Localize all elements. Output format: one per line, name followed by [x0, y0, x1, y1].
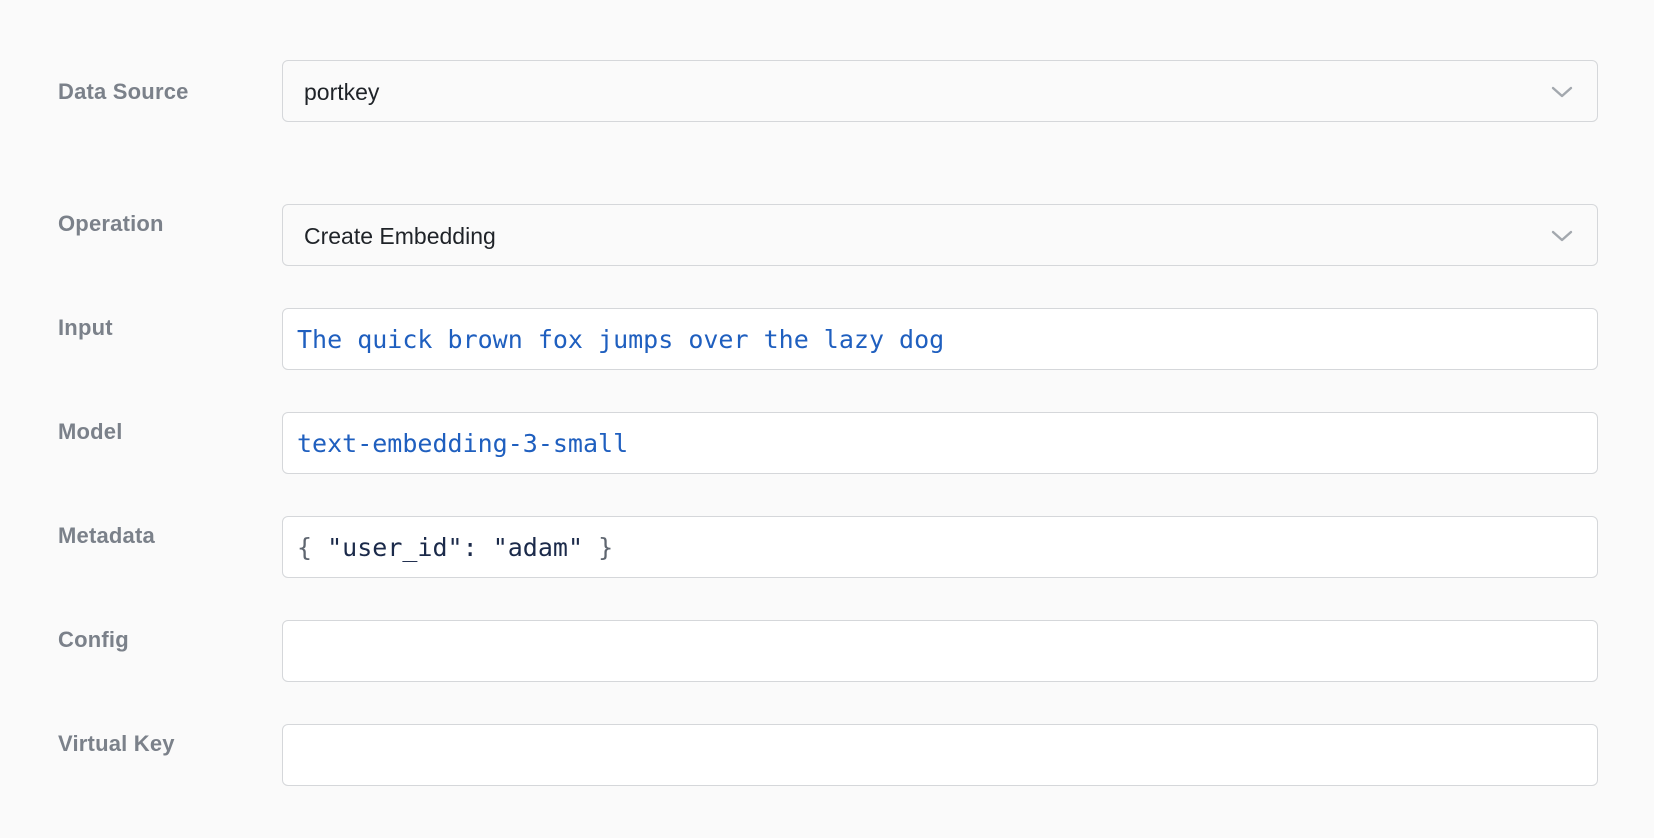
chevron-down-icon — [1551, 230, 1573, 242]
virtual-key-field[interactable] — [282, 724, 1598, 786]
query-form: Data Source portkey Operation Create Emb… — [0, 0, 1654, 838]
metadata-field[interactable]: { "user_id": "adam" } — [282, 516, 1598, 578]
input-value: The quick brown fox jumps over the lazy … — [297, 325, 945, 354]
config-field[interactable] — [282, 620, 1598, 682]
model-label: Model — [58, 419, 123, 444]
model-field[interactable]: text-embedding-3-small — [282, 412, 1598, 474]
data-source-label: Data Source — [58, 79, 189, 104]
metadata-label: Metadata — [58, 523, 155, 548]
data-source-select[interactable]: portkey — [282, 60, 1598, 122]
operation-value: Create Embedding — [304, 223, 496, 249]
config-label: Config — [58, 627, 129, 652]
model-value: text-embedding-3-small — [297, 429, 629, 458]
input-label: Input — [58, 315, 113, 340]
data-source-value: portkey — [304, 79, 380, 105]
chevron-down-icon — [1551, 86, 1573, 98]
operation-select[interactable]: Create Embedding — [282, 204, 1598, 266]
json-close-brace: } — [598, 533, 614, 562]
virtual-key-label: Virtual Key — [58, 731, 175, 756]
input-field[interactable]: The quick brown fox jumps over the lazy … — [282, 308, 1598, 370]
metadata-value: { "user_id": "adam" } — [297, 517, 613, 579]
operation-label: Operation — [58, 211, 164, 236]
json-open-brace: { — [297, 533, 313, 562]
json-content: "user_id": "adam" — [327, 533, 583, 562]
